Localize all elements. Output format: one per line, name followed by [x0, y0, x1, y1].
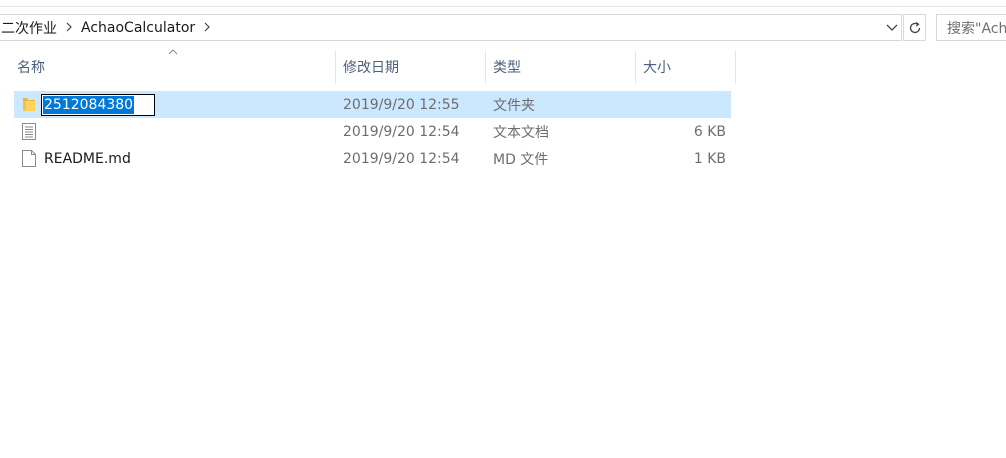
- breadcrumb-item[interactable]: 二次作业: [0, 15, 59, 40]
- file-explorer-window: 二次作业 AchaoCalculator 搜索"AchaoCalculator"…: [0, 0, 1006, 458]
- blank-file-icon: [20, 149, 38, 168]
- refresh-button[interactable]: [903, 14, 926, 41]
- file-name: README.md: [44, 150, 131, 167]
- address-bar[interactable]: 二次作业 AchaoCalculator: [0, 14, 902, 41]
- rename-input[interactable]: 2512084380: [41, 94, 155, 116]
- file-row[interactable]: 2019/9/20 12:54 文本文档 6 KB: [14, 118, 731, 145]
- text-document-icon: [20, 122, 38, 141]
- file-size: 1 KB: [693, 150, 726, 167]
- column-divider[interactable]: [735, 51, 736, 83]
- column-header-name-label: 名称: [17, 60, 45, 76]
- file-row[interactable]: README.md 2019/9/20 12:54 MD 文件 1 KB: [14, 145, 731, 172]
- folder-icon: [20, 95, 38, 114]
- breadcrumb-chevron-icon[interactable]: [197, 21, 217, 35]
- column-header-size[interactable]: 大小: [636, 51, 735, 83]
- column-header-date-label: 修改日期: [343, 60, 399, 76]
- column-header-type-label: 类型: [493, 60, 521, 76]
- ribbon-divider: [0, 6, 1006, 7]
- file-date: 2019/9/20 12:54: [343, 123, 460, 140]
- rename-input-text: 2512084380: [43, 96, 135, 114]
- breadcrumb-chevron-icon[interactable]: [59, 21, 79, 35]
- file-date: 2019/9/20 12:54: [343, 150, 460, 167]
- column-header-name[interactable]: 名称: [10, 51, 335, 83]
- column-header-date[interactable]: 修改日期: [336, 51, 485, 83]
- refresh-icon: [909, 21, 920, 33]
- column-header-size-label: 大小: [643, 60, 671, 76]
- column-header-type[interactable]: 类型: [486, 51, 635, 83]
- file-size: 6 KB: [693, 123, 726, 140]
- search-input[interactable]: 搜索"AchaoCalculator": [936, 14, 1006, 41]
- file-row[interactable]: 2512084380 2019/9/20 12:55 文件夹: [14, 91, 731, 118]
- address-history-chevron-down-icon[interactable]: [883, 15, 901, 40]
- file-date: 2019/9/20 12:55: [343, 96, 460, 113]
- breadcrumb-item[interactable]: AchaoCalculator: [79, 15, 197, 40]
- file-type: 文本文档: [493, 124, 549, 141]
- file-type: 文件夹: [493, 97, 535, 114]
- file-type: MD 文件: [493, 151, 549, 168]
